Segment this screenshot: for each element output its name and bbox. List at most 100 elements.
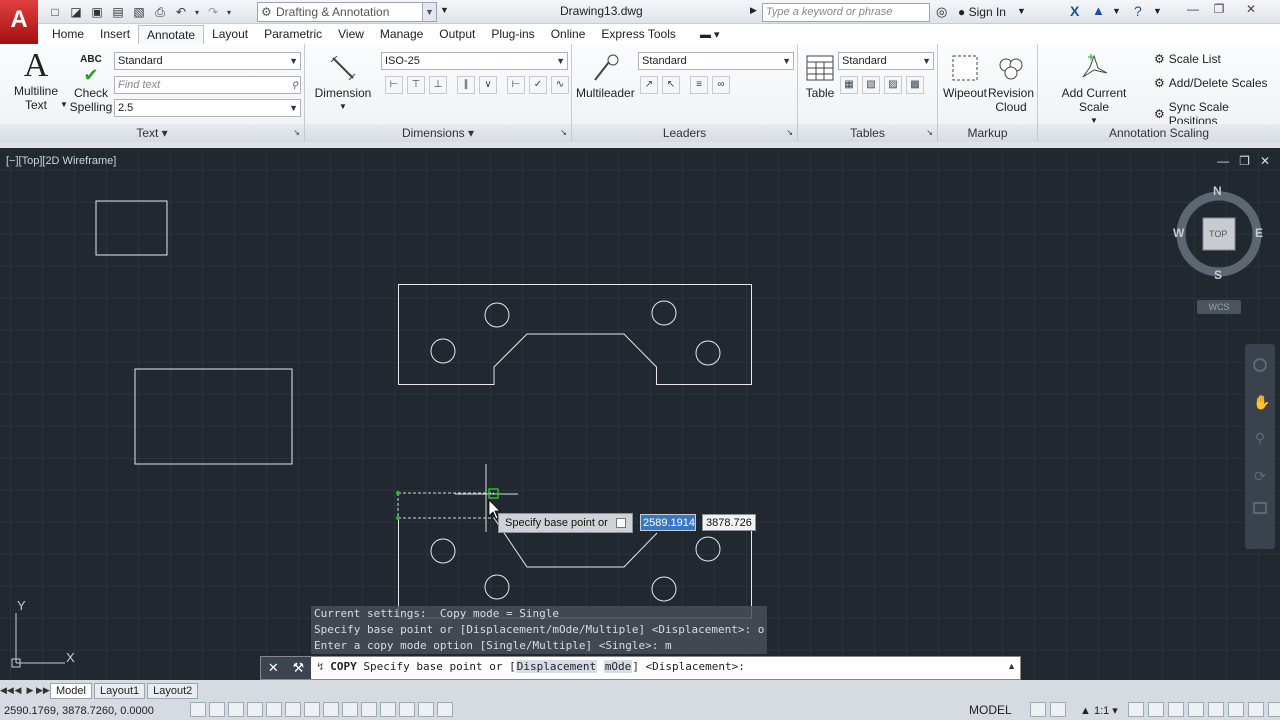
compass-south[interactable]: S: [1214, 268, 1222, 282]
dynamic-input-x[interactable]: 2589.1914: [640, 514, 696, 531]
open-icon[interactable]: ◪: [67, 4, 85, 21]
3d-osnap-icon[interactable]: [285, 702, 301, 717]
isolate-objects-icon[interactable]: [1228, 702, 1244, 717]
grid-icon[interactable]: [209, 702, 225, 717]
align-leaders-icon[interactable]: ≡: [690, 76, 708, 94]
dialog-launcher-icon[interactable]: ↘: [560, 124, 567, 142]
next-layout-icon[interactable]: ▶: [24, 685, 36, 696]
customize-wrench-icon[interactable]: ⚒: [292, 660, 304, 676]
showmotion-icon[interactable]: [1253, 502, 1267, 514]
compass-west[interactable]: W: [1173, 226, 1184, 240]
dimension-style-select[interactable]: ISO-25 ▼: [381, 52, 568, 70]
add-current-scale-button[interactable]: Add Current Scale ▼: [1046, 52, 1142, 128]
update-dimension-icon[interactable]: ✓: [529, 76, 547, 94]
annotation-visibility-icon[interactable]: [1128, 702, 1144, 717]
selection-cycling-icon[interactable]: [418, 702, 434, 717]
text-height-select[interactable]: 2.5 ▼: [114, 99, 301, 117]
minimize-button[interactable]: —: [1182, 2, 1204, 18]
qat-customize-icon[interactable]: ▼: [440, 5, 449, 15]
plot-icon[interactable]: ⎙: [151, 4, 169, 21]
revision-cloud-button[interactable]: Revision Cloud: [988, 52, 1034, 114]
tab-layout2[interactable]: Layout2: [147, 682, 199, 699]
transparency-icon[interactable]: [380, 702, 396, 717]
quick-properties-icon[interactable]: [399, 702, 415, 717]
help-dropdown-icon[interactable]: ▼: [1112, 6, 1121, 16]
keyword-displacement[interactable]: Displacement: [515, 660, 598, 673]
tab-insert[interactable]: Insert: [92, 25, 138, 44]
auto-scale-icon[interactable]: [1148, 702, 1164, 717]
steering-wheel-icon[interactable]: [1253, 358, 1267, 372]
application-menu-button[interactable]: A: [0, 0, 38, 44]
ducs-icon[interactable]: [323, 702, 339, 717]
wipeout-button[interactable]: Wipeout: [942, 52, 988, 100]
tab-layout[interactable]: Layout: [204, 25, 256, 44]
text-panel-title[interactable]: Text ▾ ↘: [0, 124, 304, 142]
snap-icon[interactable]: [190, 702, 206, 717]
status-menu-icon[interactable]: [1248, 702, 1264, 717]
signin-dropdown-icon[interactable]: ▼: [1017, 6, 1026, 16]
redo-icon[interactable]: ↷: [204, 4, 222, 21]
table-button[interactable]: Table: [802, 52, 838, 100]
upload-source-icon[interactable]: ▩: [906, 76, 924, 94]
quick-view-layouts-icon[interactable]: [1030, 702, 1046, 717]
undo-icon[interactable]: ↶: [172, 4, 190, 21]
tab-parametric[interactable]: Parametric: [256, 25, 330, 44]
workspace-selector[interactable]: ⚙ Drafting & Annotation ▼: [257, 2, 437, 22]
tab-online[interactable]: Online: [543, 25, 594, 44]
coordinate-readout[interactable]: 2590.1769, 3878.7260, 0.0000: [4, 705, 154, 717]
find-text-input[interactable]: Find text ⚲: [114, 76, 301, 94]
options-down-arrow-icon[interactable]: [615, 518, 626, 529]
tab-home[interactable]: Home: [44, 25, 92, 44]
download-source-icon[interactable]: ▨: [884, 76, 902, 94]
space-dimension-icon[interactable]: ∥: [457, 76, 475, 94]
dialog-launcher-icon[interactable]: ↘: [786, 124, 793, 142]
otrack-icon[interactable]: [304, 702, 320, 717]
plot-preview-icon[interactable]: ▧: [130, 4, 148, 21]
close-button[interactable]: ✕: [1240, 2, 1262, 18]
new-icon[interactable]: □: [46, 4, 64, 21]
ribbon-options-icon[interactable]: ▬ ▾: [700, 28, 720, 41]
undo-dropdown-icon[interactable]: ▾: [193, 4, 201, 21]
save-icon[interactable]: ▣: [88, 4, 106, 21]
help-icon[interactable]: ?: [1134, 3, 1142, 19]
connect-icon[interactable]: ▲: [1092, 3, 1105, 18]
dyn-icon[interactable]: [342, 702, 358, 717]
inspect-dimension-icon[interactable]: ⊢: [507, 76, 525, 94]
orbit-icon[interactable]: ⟳: [1253, 468, 1267, 484]
tab-manage[interactable]: Manage: [372, 25, 431, 44]
exchange-icon[interactable]: X: [1070, 3, 1079, 19]
compass-north[interactable]: N: [1213, 184, 1222, 198]
redo-dropdown-icon[interactable]: ▾: [225, 4, 233, 21]
sign-in-button[interactable]: ● Sign In: [958, 5, 1006, 19]
leader-style-select[interactable]: Standard ▼: [638, 52, 794, 70]
tab-view[interactable]: View: [330, 25, 372, 44]
add-leader-icon[interactable]: ↗: [640, 76, 658, 94]
osnap-icon[interactable]: [266, 702, 282, 717]
link-data-icon[interactable]: ▧: [862, 76, 880, 94]
drawing-canvas[interactable]: [−][Top][2D Wireframe] — ❐ ✕ N S W E TOP…: [0, 148, 1280, 680]
annotation-scale[interactable]: ▲ 1:1 ▾: [1080, 704, 1118, 717]
lineweight-icon[interactable]: [361, 702, 377, 717]
tab-output[interactable]: Output: [431, 25, 483, 44]
check-spelling-button[interactable]: ABC ✔ Check Spelling: [68, 52, 114, 114]
multileader-button[interactable]: Multileader: [576, 52, 635, 100]
break-dimension-icon[interactable]: ∨: [479, 76, 497, 94]
help-menu-icon[interactable]: ▼: [1153, 6, 1162, 16]
lock-icon[interactable]: [1188, 702, 1204, 717]
last-layout-icon[interactable]: ▶▶: [36, 685, 50, 696]
dynamic-input-y[interactable]: 3878.726: [702, 514, 756, 531]
quick-dimension-icon[interactable]: ⊢: [385, 76, 403, 94]
dialog-launcher-icon[interactable]: ↘: [926, 124, 933, 142]
polar-icon[interactable]: [247, 702, 263, 717]
search-expand-icon[interactable]: ▶: [750, 5, 757, 16]
command-history-expand-icon[interactable]: ▲: [1007, 661, 1016, 671]
viewcube-top-face[interactable]: TOP: [1209, 229, 1227, 239]
clean-screen-icon[interactable]: [1268, 702, 1280, 717]
ortho-icon[interactable]: [228, 702, 244, 717]
close-command-line-icon[interactable]: ✕: [268, 660, 279, 676]
keyword-mode[interactable]: mOde: [603, 660, 633, 673]
command-line[interactable]: ✕ ⚒ ↯ COPY Specify base point or [Displa…: [260, 656, 1021, 680]
save-as-icon[interactable]: ▤: [109, 4, 127, 21]
dimensions-panel-title[interactable]: Dimensions ▾ ↘: [305, 124, 571, 142]
add-delete-scales-button[interactable]: ⚙ Add/Delete Scales: [1154, 76, 1268, 90]
